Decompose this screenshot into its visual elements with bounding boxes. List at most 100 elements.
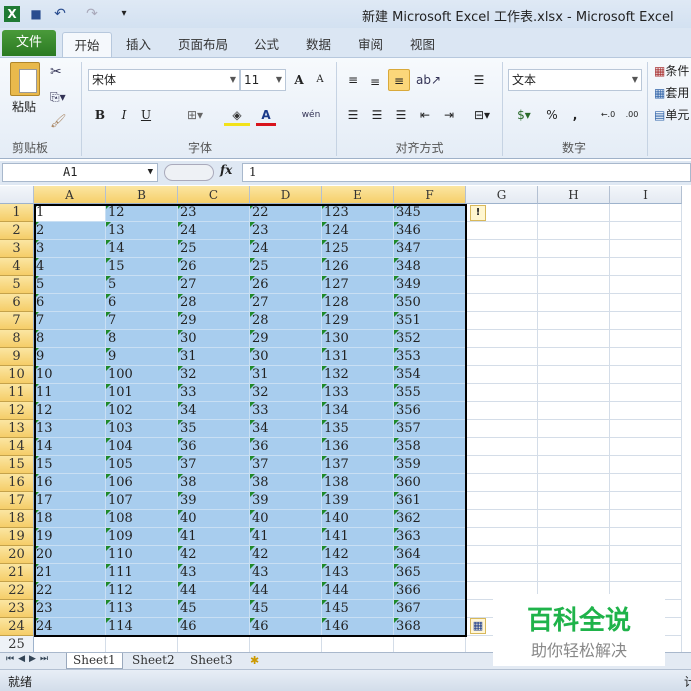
cell[interactable]: 133 bbox=[322, 384, 394, 402]
copy-icon[interactable]: ⎘▾ bbox=[50, 90, 66, 105]
borders-icon[interactable]: ⊞▾ bbox=[182, 104, 208, 126]
font-size-select[interactable]: 11 ▼ bbox=[240, 69, 286, 91]
cell[interactable]: 129 bbox=[322, 312, 394, 330]
cell[interactable] bbox=[538, 384, 610, 402]
cell[interactable] bbox=[538, 366, 610, 384]
format-as-table-button[interactable]: ▦套用 bbox=[654, 84, 689, 101]
cell[interactable]: 33 bbox=[250, 402, 322, 420]
cell[interactable]: 136 bbox=[322, 438, 394, 456]
cell[interactable]: 16 bbox=[34, 474, 106, 492]
cell[interactable]: 137 bbox=[322, 456, 394, 474]
formula-bar-splitter[interactable] bbox=[164, 164, 214, 181]
row-header[interactable]: 25 bbox=[0, 636, 34, 652]
insert-sheet-icon[interactable]: ✱ bbox=[250, 654, 259, 667]
column-header-H[interactable]: H bbox=[538, 186, 610, 204]
cell[interactable]: 362 bbox=[394, 510, 466, 528]
cell[interactable]: 134 bbox=[322, 402, 394, 420]
cell[interactable]: 100 bbox=[106, 366, 178, 384]
cell[interactable]: 144 bbox=[322, 582, 394, 600]
cell[interactable]: 22 bbox=[250, 204, 322, 222]
column-header-F[interactable]: F bbox=[394, 186, 466, 204]
decrease-decimal-button[interactable]: .00 bbox=[622, 104, 642, 126]
cell[interactable]: 5 bbox=[106, 276, 178, 294]
cell[interactable] bbox=[610, 312, 682, 330]
cell[interactable] bbox=[466, 438, 538, 456]
cell[interactable]: 40 bbox=[250, 510, 322, 528]
cell[interactable]: 13 bbox=[106, 222, 178, 240]
increase-decimal-button[interactable]: ←.0 bbox=[598, 104, 618, 126]
cell[interactable]: 35 bbox=[178, 420, 250, 438]
cell[interactable]: 32 bbox=[250, 384, 322, 402]
cell[interactable]: 108 bbox=[106, 510, 178, 528]
cell[interactable]: 139 bbox=[322, 492, 394, 510]
row-header[interactable]: 15 bbox=[0, 456, 34, 474]
cell[interactable]: 24 bbox=[34, 618, 106, 636]
cell[interactable]: 20 bbox=[34, 546, 106, 564]
cell[interactable]: 130 bbox=[322, 330, 394, 348]
cell[interactable]: 33 bbox=[178, 384, 250, 402]
cell[interactable]: 46 bbox=[250, 618, 322, 636]
cell[interactable]: 104 bbox=[106, 438, 178, 456]
cell[interactable]: 363 bbox=[394, 528, 466, 546]
row-header[interactable]: 14 bbox=[0, 438, 34, 456]
undo-icon[interactable]: ↶ bbox=[52, 6, 68, 22]
redo-icon[interactable]: ↷ bbox=[84, 6, 100, 22]
cell[interactable]: 41 bbox=[250, 528, 322, 546]
column-header-D[interactable]: D bbox=[250, 186, 322, 204]
cell[interactable]: 113 bbox=[106, 600, 178, 618]
shrink-font-button[interactable]: A bbox=[312, 69, 328, 91]
paste-icon[interactable] bbox=[10, 62, 40, 96]
cell[interactable]: 14 bbox=[106, 240, 178, 258]
cell[interactable]: 21 bbox=[34, 564, 106, 582]
cell[interactable] bbox=[538, 474, 610, 492]
cell[interactable] bbox=[466, 222, 538, 240]
row-header[interactable]: 23 bbox=[0, 600, 34, 618]
cell[interactable]: 125 bbox=[322, 240, 394, 258]
cell[interactable] bbox=[610, 330, 682, 348]
cell[interactable]: 42 bbox=[178, 546, 250, 564]
cell[interactable]: 9 bbox=[34, 348, 106, 366]
wrap-text-icon[interactable]: ☰ bbox=[470, 69, 488, 91]
column-header-A[interactable]: A bbox=[34, 186, 106, 204]
cell[interactable] bbox=[610, 276, 682, 294]
align-top-icon[interactable]: ≡ bbox=[344, 69, 362, 91]
cell[interactable]: 349 bbox=[394, 276, 466, 294]
format-painter-icon[interactable]: 🖌 bbox=[50, 114, 67, 129]
cell[interactable] bbox=[466, 348, 538, 366]
sheet-tab-3[interactable]: Sheet3 bbox=[184, 653, 239, 669]
cell[interactable]: 43 bbox=[178, 564, 250, 582]
cell[interactable]: 141 bbox=[322, 528, 394, 546]
cell[interactable]: 103 bbox=[106, 420, 178, 438]
cell[interactable] bbox=[538, 348, 610, 366]
row-header[interactable]: 18 bbox=[0, 510, 34, 528]
cell[interactable]: 361 bbox=[394, 492, 466, 510]
cell[interactable]: 126 bbox=[322, 258, 394, 276]
cell[interactable]: 32 bbox=[178, 366, 250, 384]
tab-insert[interactable]: 插入 bbox=[118, 32, 159, 58]
cell[interactable]: 114 bbox=[106, 618, 178, 636]
cell[interactable] bbox=[538, 420, 610, 438]
cell[interactable] bbox=[466, 528, 538, 546]
cell[interactable]: 31 bbox=[178, 348, 250, 366]
cell[interactable] bbox=[610, 204, 682, 222]
cell[interactable]: 17 bbox=[34, 492, 106, 510]
cell[interactable]: 128 bbox=[322, 294, 394, 312]
cell[interactable]: 127 bbox=[322, 276, 394, 294]
align-right-icon[interactable]: ☰ bbox=[392, 104, 410, 126]
fill-color-icon[interactable]: ◈ bbox=[224, 104, 250, 126]
cell[interactable] bbox=[538, 402, 610, 420]
cell[interactable]: 351 bbox=[394, 312, 466, 330]
cell[interactable]: 353 bbox=[394, 348, 466, 366]
cell[interactable] bbox=[466, 474, 538, 492]
cell[interactable]: 354 bbox=[394, 366, 466, 384]
cell[interactable] bbox=[538, 510, 610, 528]
cell[interactable] bbox=[538, 240, 610, 258]
row-header[interactable]: 7 bbox=[0, 312, 34, 330]
conditional-formatting-button[interactable]: ▦条件 bbox=[654, 62, 689, 79]
cell[interactable]: 46 bbox=[178, 618, 250, 636]
worksheet-grid[interactable]: A B C D E F G H I 1 1 12 23 22 123 345 2 2 13 24 23 124 346 3 3 1… bbox=[0, 186, 691, 652]
cell[interactable]: 12 bbox=[34, 402, 106, 420]
cell[interactable]: 111 bbox=[106, 564, 178, 582]
cell[interactable] bbox=[466, 402, 538, 420]
cell[interactable]: 14 bbox=[34, 438, 106, 456]
